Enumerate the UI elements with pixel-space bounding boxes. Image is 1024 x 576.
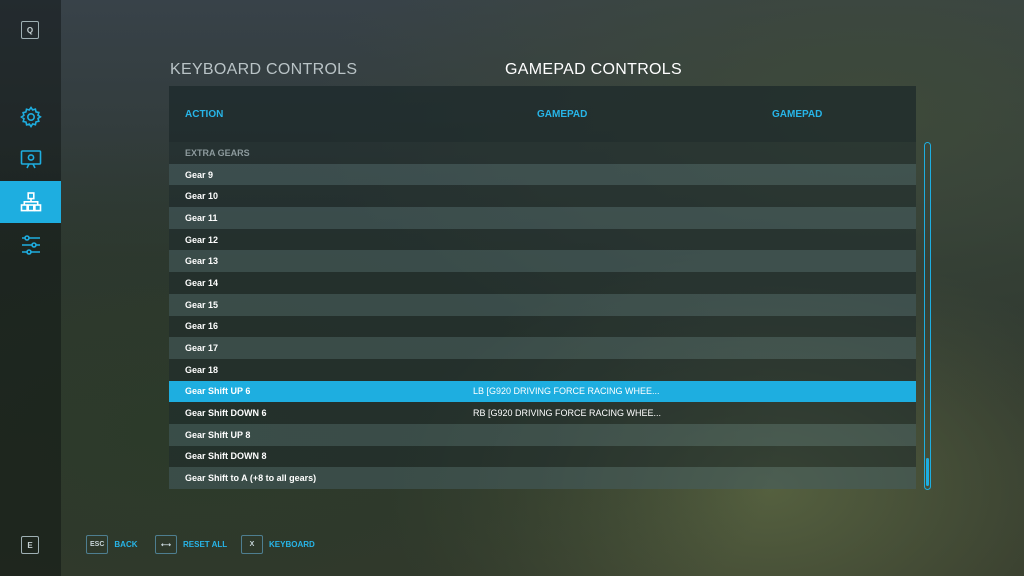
action-name: Gear 13 bbox=[185, 256, 219, 267]
action-name: Gear Shift UP 6 bbox=[185, 386, 251, 397]
action-name: Gear 10 bbox=[185, 191, 219, 202]
tab-gamepad-controls[interactable]: GAMEPAD CONTROLS bbox=[505, 61, 682, 79]
column-header-gamepad-2: GAMEPAD bbox=[772, 109, 823, 120]
table-row[interactable]: Gear Shift DOWN 6 RB [G920 DRIVING FORCE… bbox=[169, 402, 916, 424]
action-name: Gear Shift UP 8 bbox=[185, 429, 251, 440]
e-key-hint[interactable]: E bbox=[21, 536, 39, 554]
reset-key-icon: ⟷ bbox=[155, 535, 177, 554]
table-row[interactable]: Gear 16 bbox=[169, 315, 916, 338]
action-name: Gear 18 bbox=[185, 364, 219, 375]
table-row[interactable]: Gear 15 bbox=[169, 293, 916, 316]
back-button[interactable]: ESC BACK bbox=[86, 535, 138, 554]
sliders-icon bbox=[21, 235, 40, 255]
table-header: ACTION GAMEPAD GAMEPAD bbox=[169, 86, 916, 142]
scrollbar-track[interactable] bbox=[924, 142, 931, 490]
back-label: BACK bbox=[114, 540, 138, 549]
table-row[interactable]: Gear 9 bbox=[169, 163, 916, 186]
esc-key-icon: ESC bbox=[86, 535, 109, 554]
gamepad-binding-1[interactable]: RB [G920 DRIVING FORCE RACING WHEE... bbox=[473, 408, 661, 418]
nav-item-controls[interactable] bbox=[0, 181, 61, 223]
gear-icon bbox=[19, 106, 42, 128]
action-name: Gear 15 bbox=[185, 299, 219, 310]
table-row[interactable]: Gear 17 bbox=[169, 337, 916, 359]
table-row[interactable]: Gear 12 bbox=[169, 228, 916, 251]
nav-item-advanced-settings[interactable] bbox=[0, 224, 61, 266]
nav-item-display-settings[interactable] bbox=[0, 138, 61, 180]
table-row[interactable]: Gear 11 bbox=[169, 207, 916, 229]
x-key-icon: X bbox=[241, 535, 263, 554]
action-name: Gear Shift DOWN 6 bbox=[185, 408, 267, 419]
table-row[interactable]: Gear 18 bbox=[169, 358, 916, 381]
controls-icon bbox=[20, 192, 41, 212]
section-header-row: EXTRA GEARS bbox=[169, 142, 916, 164]
table-row[interactable]: Gear 10 bbox=[169, 185, 916, 208]
reset-all-label: RESET ALL bbox=[183, 540, 228, 549]
table-row-selected[interactable]: Gear Shift UP 6 LB [G920 DRIVING FORCE R… bbox=[169, 380, 916, 403]
action-name: Gear 16 bbox=[185, 321, 219, 332]
nav-item-general-settings[interactable] bbox=[0, 96, 61, 138]
table-row[interactable]: Gear Shift UP 8 bbox=[169, 423, 916, 446]
action-name: Gear 14 bbox=[185, 277, 219, 288]
action-name: Gear 12 bbox=[185, 234, 219, 245]
gamepad-binding-1[interactable]: LB [G920 DRIVING FORCE RACING WHEE... bbox=[473, 386, 660, 396]
table-body: EXTRA GEARS Gear 9 Gear 10 Gear 11 Gear … bbox=[169, 142, 916, 489]
reset-all-button[interactable]: ⟷ RESET ALL bbox=[155, 535, 227, 554]
scrollbar-thumb[interactable] bbox=[926, 458, 929, 486]
keyboard-label: KEYBOARD bbox=[269, 540, 315, 549]
action-name: Gear Shift DOWN 8 bbox=[185, 451, 267, 462]
column-header-action: ACTION bbox=[185, 109, 224, 120]
keyboard-button[interactable]: X KEYBOARD bbox=[241, 535, 315, 554]
table-row[interactable]: Gear Shift DOWN 8 bbox=[169, 445, 916, 468]
q-key-hint[interactable]: Q bbox=[21, 21, 39, 39]
section-label: EXTRA GEARS bbox=[185, 147, 250, 158]
controls-table: ACTION GAMEPAD GAMEPAD EXTRA GEARS Gear … bbox=[169, 86, 916, 490]
table-row[interactable]: Gear 13 bbox=[169, 250, 916, 273]
display-icon bbox=[20, 150, 41, 169]
action-name: Gear 17 bbox=[185, 343, 219, 354]
action-name: Gear Shift to A (+8 to all gears) bbox=[185, 473, 317, 484]
tab-keyboard-controls[interactable]: KEYBOARD CONTROLS bbox=[170, 61, 357, 79]
table-row[interactable]: Gear Shift to A (+8 to all gears) bbox=[169, 467, 916, 489]
side-nav-rail: Q E bbox=[0, 0, 61, 576]
action-name: Gear 9 bbox=[185, 169, 214, 180]
action-name: Gear 11 bbox=[185, 212, 218, 223]
column-header-gamepad-1: GAMEPAD bbox=[537, 109, 588, 120]
table-row[interactable]: Gear 14 bbox=[169, 272, 916, 294]
